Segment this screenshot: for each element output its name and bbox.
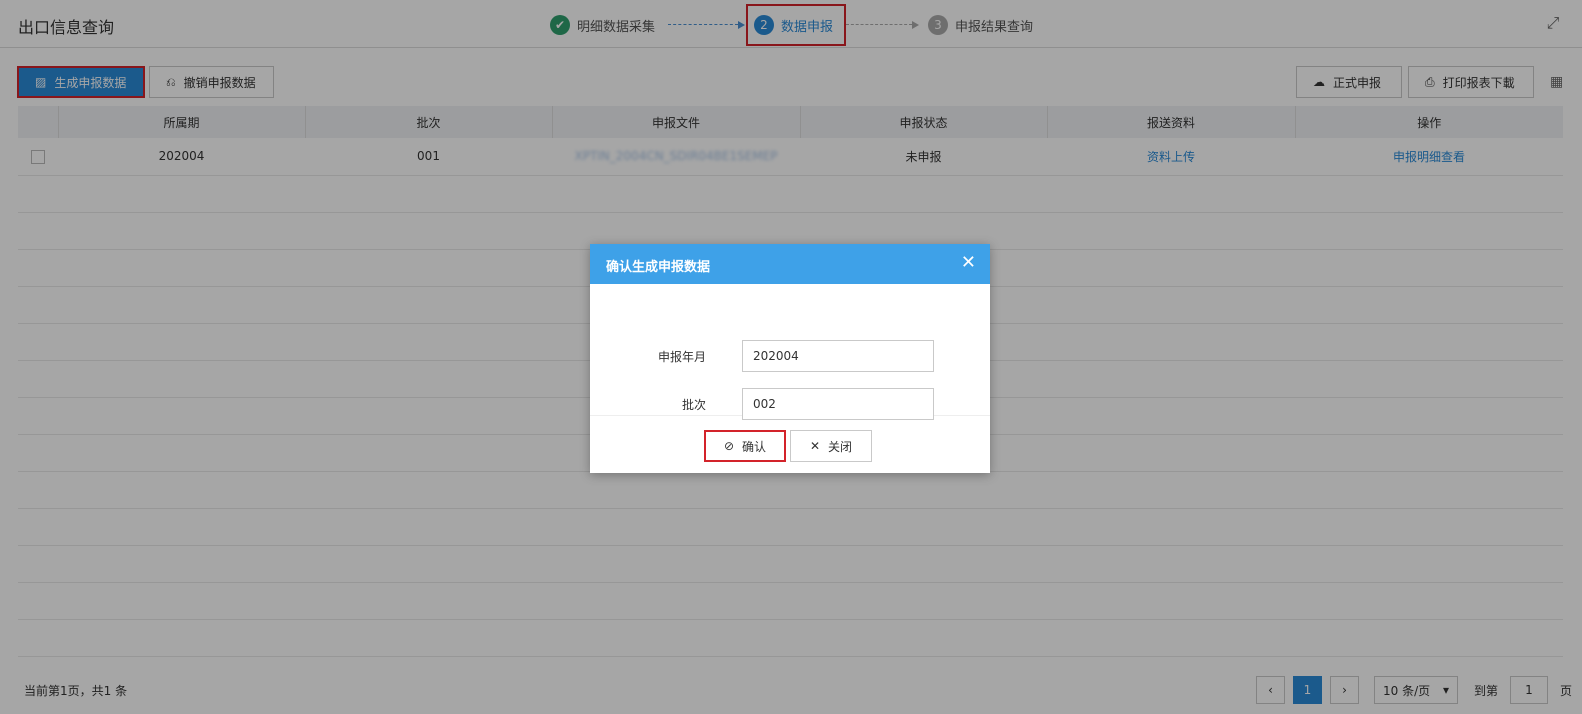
field-label: 批次 <box>681 398 706 412</box>
dialog-header: 确认生成申报数据 ✕ <box>590 244 990 284</box>
declare-yearmonth-row: 申报年月 <box>590 340 990 372</box>
confirm-button[interactable]: ⊘ 确认 <box>704 430 786 462</box>
field-label: 申报年月 <box>657 350 706 364</box>
dialog-footer: ⊘ 确认 ✕ 关闭 <box>590 416 990 473</box>
close-button[interactable]: ✕ 关闭 <box>790 430 872 462</box>
confirm-generate-dialog: 确认生成申报数据 ✕ 申报年月 批次 ⊘ 确认 ✕ 关闭 <box>590 244 990 473</box>
button-label: 确认 <box>742 439 767 454</box>
dialog-title: 确认生成申报数据 <box>606 260 711 275</box>
button-label: 关闭 <box>828 439 853 454</box>
check-circle-icon: ⊘ <box>723 439 735 453</box>
close-icon[interactable]: ✕ <box>961 254 976 272</box>
dialog-body: 申报年月 批次 <box>590 284 990 420</box>
close-icon: ✕ <box>809 439 821 453</box>
declare-yearmonth-input[interactable] <box>742 340 934 372</box>
